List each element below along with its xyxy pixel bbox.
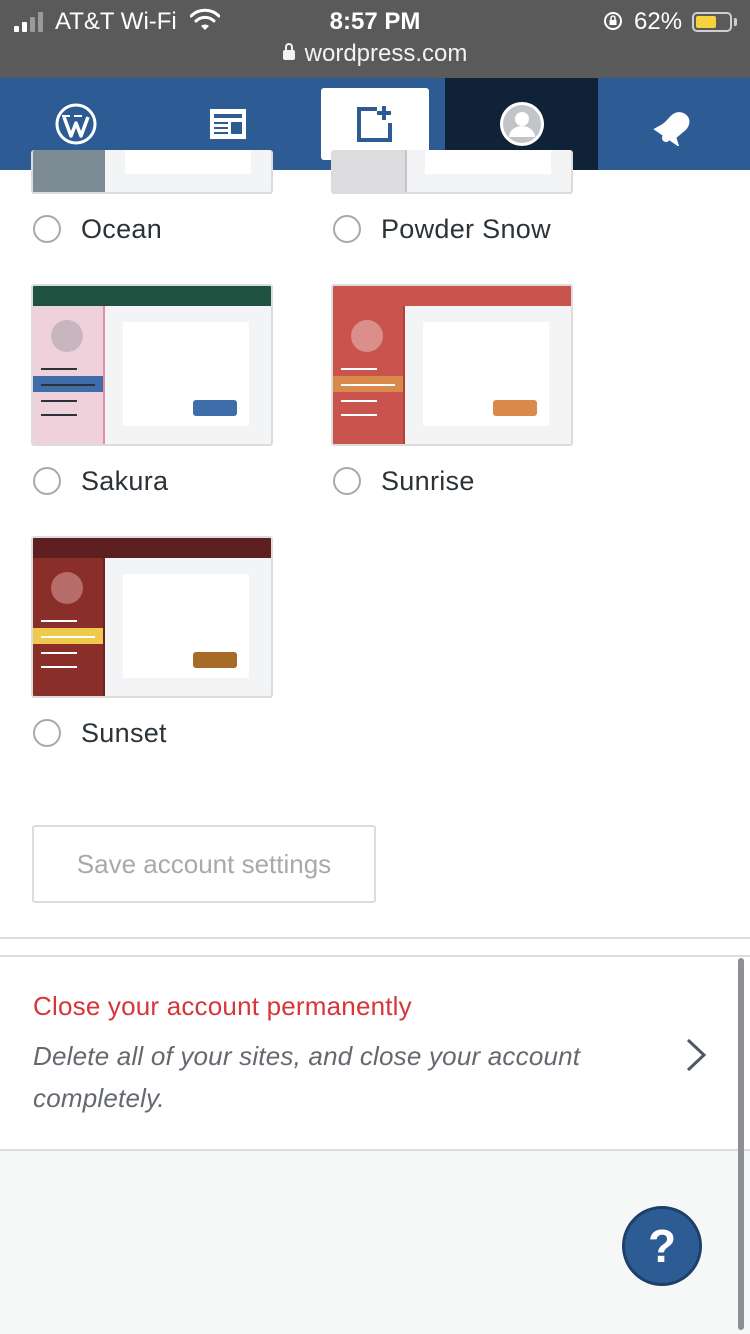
preview-menu-line — [41, 620, 77, 622]
scrollbar[interactable] — [738, 958, 744, 1330]
scheme-option-sunset[interactable]: Sunset — [31, 713, 167, 753]
preview-menu-line — [341, 368, 377, 370]
preview-menu-line — [41, 414, 77, 416]
url-text: wordpress.com — [304, 40, 468, 67]
scheme-label: Ocean — [81, 213, 163, 244]
divider — [0, 937, 750, 939]
scheme-option-sunrise[interactable]: Sunrise — [331, 461, 475, 501]
scheme-thumbnail-sunrise[interactable] — [331, 284, 573, 446]
notifications-bell-icon — [653, 112, 690, 146]
padlock-icon — [282, 43, 295, 60]
radio-button[interactable] — [333, 215, 361, 243]
scheme-label: Sunrise — [381, 465, 475, 496]
scheme-option-ocean[interactable]: Ocean — [31, 209, 162, 249]
preview-avatar — [51, 320, 83, 352]
preview-menu-line — [41, 400, 77, 402]
radio-button[interactable] — [33, 215, 61, 243]
preview-avatar — [351, 320, 383, 352]
preview-menu-line — [41, 666, 77, 668]
preview-menu-line — [341, 384, 395, 386]
scheme-thumbnail-sunset[interactable] — [31, 536, 273, 698]
url-bar[interactable]: wordpress.com — [0, 40, 750, 68]
save-account-settings-button[interactable]: Save account settings — [32, 825, 376, 903]
scheme-option-powder-snow[interactable]: Powder Snow — [331, 209, 551, 249]
preview-button — [193, 400, 237, 416]
radio-button[interactable] — [33, 467, 61, 495]
rotation-lock-icon — [604, 12, 622, 30]
radio-button[interactable] — [333, 467, 361, 495]
close-account-title: Close your account permanently — [33, 991, 412, 1021]
scheme-label: Sakura — [81, 465, 169, 496]
radio-button[interactable] — [33, 719, 61, 747]
preview-menu-line — [41, 636, 95, 638]
help-button[interactable]: ? — [622, 1206, 702, 1286]
scheme-thumbnail-ocean[interactable] — [31, 150, 273, 194]
preview-menu-line — [341, 414, 377, 416]
preview-header — [33, 538, 271, 558]
preview-button — [193, 652, 237, 668]
scheme-thumbnail-powder-snow[interactable] — [331, 150, 573, 194]
battery-percent: 62% — [634, 8, 683, 35]
preview-button — [493, 400, 537, 416]
user-avatar-icon — [499, 102, 544, 146]
new-post-icon — [357, 106, 392, 142]
preview-avatar — [51, 572, 83, 604]
scheme-label: Powder Snow — [381, 213, 551, 244]
reader-icon — [210, 109, 246, 139]
wordpress-logo-icon — [55, 103, 97, 145]
nav-notifications[interactable] — [598, 78, 750, 170]
status-bar: AT&T Wi-Fi 8:57 PM 62% wordpress.com — [0, 0, 750, 78]
preview-menu-line — [41, 652, 77, 654]
scheme-thumbnail-sakura[interactable] — [31, 284, 273, 446]
preview-menu-line — [41, 384, 95, 386]
scheme-option-sakura[interactable]: Sakura — [31, 461, 168, 501]
chevron-right-icon — [686, 1038, 707, 1072]
close-account-description: Delete all of your sites, and close your… — [33, 1041, 581, 1113]
preview-header — [333, 286, 571, 306]
preview-menu-line — [341, 400, 377, 402]
scheme-label: Sunset — [81, 717, 167, 748]
preview-menu-line — [41, 368, 77, 370]
battery-icon — [692, 12, 732, 32]
preview-header — [33, 286, 271, 306]
close-account-card[interactable]: Close your account permanently Delete al… — [0, 957, 750, 1149]
